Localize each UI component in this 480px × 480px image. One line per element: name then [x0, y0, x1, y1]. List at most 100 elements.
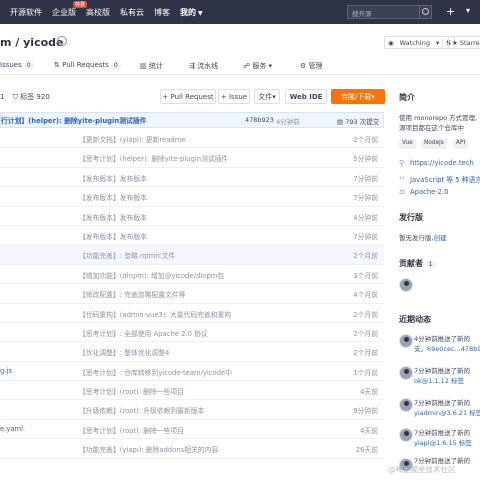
table-row[interactable]: 【发布版本】发布版本 7分钟前: [0, 226, 384, 246]
tab-manage[interactable]: ⚙ 管理: [300, 61, 323, 71]
nav-private-cloud[interactable]: 私有云: [120, 7, 144, 18]
activity-line2[interactable]: ok@1.1.12 标签: [414, 377, 464, 385]
table-row[interactable]: 【增加功能】(dlnpm): 增加@yicode/dlnpm包 3个月前: [0, 265, 384, 285]
tab-pipeline[interactable]: ⇶ 流水线: [189, 61, 218, 71]
file-commit-message[interactable]: 【优化调整】: 整体优化调整4: [79, 347, 169, 357]
clone-label: 克隆/下载: [341, 92, 372, 101]
table-row[interactable]: e.yaml 【思考计划】(root): 删除一些项目 4天前: [0, 420, 384, 440]
table-row[interactable]: 【思考计划】: 全部使用 Apache 2.0 协议 2个月前: [0, 323, 384, 343]
gear-icon: ⚙: [300, 62, 309, 70]
tag-count[interactable]: 标签 920: [20, 93, 50, 101]
file-commit-message[interactable]: 【思考计划】(helper): 删除yite-plugin测试插件: [79, 153, 228, 163]
table-row[interactable]: 【思考计划】(root): 删除一些项目 4天前: [0, 381, 384, 401]
search-icon[interactable]: [420, 5, 432, 19]
web-ide-button[interactable]: Web IDE: [285, 89, 327, 104]
topic-tag[interactable]: Nodejs: [421, 139, 447, 149]
language-link[interactable]: JavaScript 等 5 种语言: [410, 174, 480, 184]
file-commit-message[interactable]: 【发布版本】发布版本: [79, 231, 147, 241]
contributors-count: 1: [425, 261, 436, 268]
link-icon: ⚲: [399, 159, 405, 167]
file-commit-message[interactable]: 【思考计划】(root): 删除一些项目: [79, 425, 184, 435]
file-commit-message[interactable]: 【思考计划】(root): 删除一些项目: [79, 386, 184, 396]
latest-commit-time: 4分钟前: [276, 118, 300, 126]
avatar[interactable]: [399, 398, 413, 412]
activity-line2[interactable]: 支。69e0cec...478b9: [414, 345, 480, 353]
latest-commit-hash[interactable]: 478b923: [245, 116, 274, 124]
nav-enterprise[interactable]: 企业版 特惠: [52, 0, 88, 18]
notification-icon[interactable]: ▾: [466, 6, 478, 18]
create-release-link[interactable]: 创建: [434, 234, 447, 242]
table-row[interactable]: g.js 【思考计划】: 仓库转移到yicode-team/yicode中 1个月前: [0, 362, 384, 382]
file-commit-message[interactable]: 【思考计划】: 全部使用 Apache 2.0 协议: [79, 328, 208, 338]
star-button[interactable]: ★ Starred: [448, 36, 480, 49]
file-commit-message[interactable]: 【功能完善】: 忽略.npmrc文件: [79, 250, 175, 260]
hot-badge: 特惠: [73, 0, 88, 8]
avatar[interactable]: [399, 278, 413, 292]
table-row[interactable]: 【修改配置】: 完善忽略配置文件等 4个月前: [0, 284, 384, 304]
activity-line2[interactable]: yiapi@1.6.15 标签: [414, 439, 472, 447]
nav-open-source[interactable]: 开源软件: [10, 7, 42, 18]
file-commit-message[interactable]: 【增加功能】(dlnpm): 增加@yicode/dlnpm包: [79, 270, 224, 280]
file-menu-button[interactable]: 文件 ▾: [254, 89, 280, 104]
table-row[interactable]: 【发布版本】发布版本 7分钟前: [0, 187, 384, 207]
intro-title: 简介: [399, 93, 415, 102]
license-link[interactable]: Apache-2.0: [410, 188, 449, 196]
chart-icon: ▥: [140, 62, 149, 70]
file-commit-message[interactable]: 【发布版本】发布版本: [79, 173, 147, 183]
tab-stats[interactable]: ▥ 统计: [140, 61, 163, 71]
file-commit-message[interactable]: 【发布版本】发布版本: [79, 212, 147, 222]
tab-pull-requests[interactable]: ⇅ Pull Requests 0: [54, 61, 121, 69]
search-input[interactable]: 搜开源: [347, 5, 420, 19]
table-row[interactable]: 【功能完善】: 忽略.npmrc文件 2个月前: [0, 245, 384, 265]
file-commit-message[interactable]: 【功能完善】(yiapi): 删除addons相关的内容: [79, 444, 218, 454]
topic-tag[interactable]: Vue: [399, 139, 416, 149]
file-commit-message[interactable]: 【升级依赖】(root): 升级依赖到最新版本: [79, 405, 204, 415]
repo-title[interactable]: m / yicode: [0, 36, 64, 49]
tab-services[interactable]: ☍ 服务 ▾: [243, 61, 272, 71]
branch-count[interactable]: 1: [0, 93, 4, 101]
table-row[interactable]: 【优化调整】: 整体优化调整4 2个月前: [0, 342, 384, 362]
file-name[interactable]: g.js: [0, 367, 12, 375]
file-time: 26天前: [355, 446, 378, 455]
table-row[interactable]: 【代码重构】(admin-vue3): 大量代码完善和重构 2个月前: [0, 304, 384, 323]
commit-total[interactable]: ▤ 793 次提交: [337, 116, 379, 126]
latest-commit-message[interactable]: 行计划】(helper): 删除yite-plugin测试插件: [1, 115, 146, 125]
nav-edu[interactable]: 高校版: [86, 7, 110, 18]
nav-mine-label: 我的: [180, 7, 196, 17]
tab-issues[interactable]: Issues 0: [0, 61, 34, 69]
table-row[interactable]: 【升级依赖】(root): 升级依赖到最新版本 9分钟前: [0, 400, 384, 420]
avatar[interactable]: [399, 366, 413, 380]
avatar[interactable]: [399, 334, 413, 348]
license-icon: ⚖: [399, 188, 406, 196]
new-issue-button[interactable]: + Issue: [218, 89, 250, 104]
watch-button[interactable]: ◉ Watching ▾ 5: [384, 36, 455, 49]
table-row[interactable]: 【功能完善】(yiapi): 删除addons相关的内容 26天前: [0, 439, 384, 459]
clone-download-button[interactable]: 克隆/下载 ▾: [331, 89, 385, 104]
website-link[interactable]: https://yicode.tech: [410, 159, 474, 167]
contributors-label: 贡献者: [399, 259, 423, 268]
table-row[interactable]: 【更新文档】(yiapi): 更新readme 2个月前: [0, 129, 384, 149]
topic-tag[interactable]: API: [453, 139, 469, 149]
table-row[interactable]: 【发布版本】发布版本 7分钟前: [0, 168, 384, 188]
file-commit-message[interactable]: 【修改配置】: 完善忽略配置文件等: [79, 289, 185, 299]
nav-mine[interactable]: 我的 ▼: [180, 7, 203, 18]
contributors-title: 贡献者 1: [399, 258, 436, 269]
file-commit-message[interactable]: 【思考计划】: 仓库转移到yicode-team/yicode中: [79, 367, 232, 377]
table-row[interactable]: 【发布版本】发布版本 4分钟前: [0, 207, 384, 226]
avatar[interactable]: [399, 428, 413, 442]
watermark: @稀土掘金技术社区: [388, 465, 456, 474]
file-commit-message[interactable]: 【更新文档】(yiapi): 更新readme: [79, 134, 186, 144]
file-commit-message[interactable]: 【代码重构】(admin-vue3): 大量代码完善和重构: [79, 309, 231, 319]
tab-issues-count: 0: [23, 62, 34, 69]
tab-pr-count: 0: [110, 62, 121, 69]
file-time: 1个月前: [353, 368, 378, 377]
file-commit-message[interactable]: 【发布版本】发布版本: [79, 192, 147, 202]
file-time: 7分钟前: [353, 232, 378, 241]
table-row[interactable]: 【思考计划】(helper): 删除yite-plugin测试插件 5分钟前: [0, 148, 384, 168]
nav-blog[interactable]: 博客: [154, 7, 170, 18]
file-time: 4天前: [360, 426, 378, 435]
file-name[interactable]: e.yaml: [0, 425, 23, 433]
pull-request-button[interactable]: + Pull Request: [160, 89, 216, 104]
plus-icon[interactable]: +: [446, 6, 458, 18]
activity-line2[interactable]: yiadmin@3.6.21 标签: [414, 409, 480, 417]
